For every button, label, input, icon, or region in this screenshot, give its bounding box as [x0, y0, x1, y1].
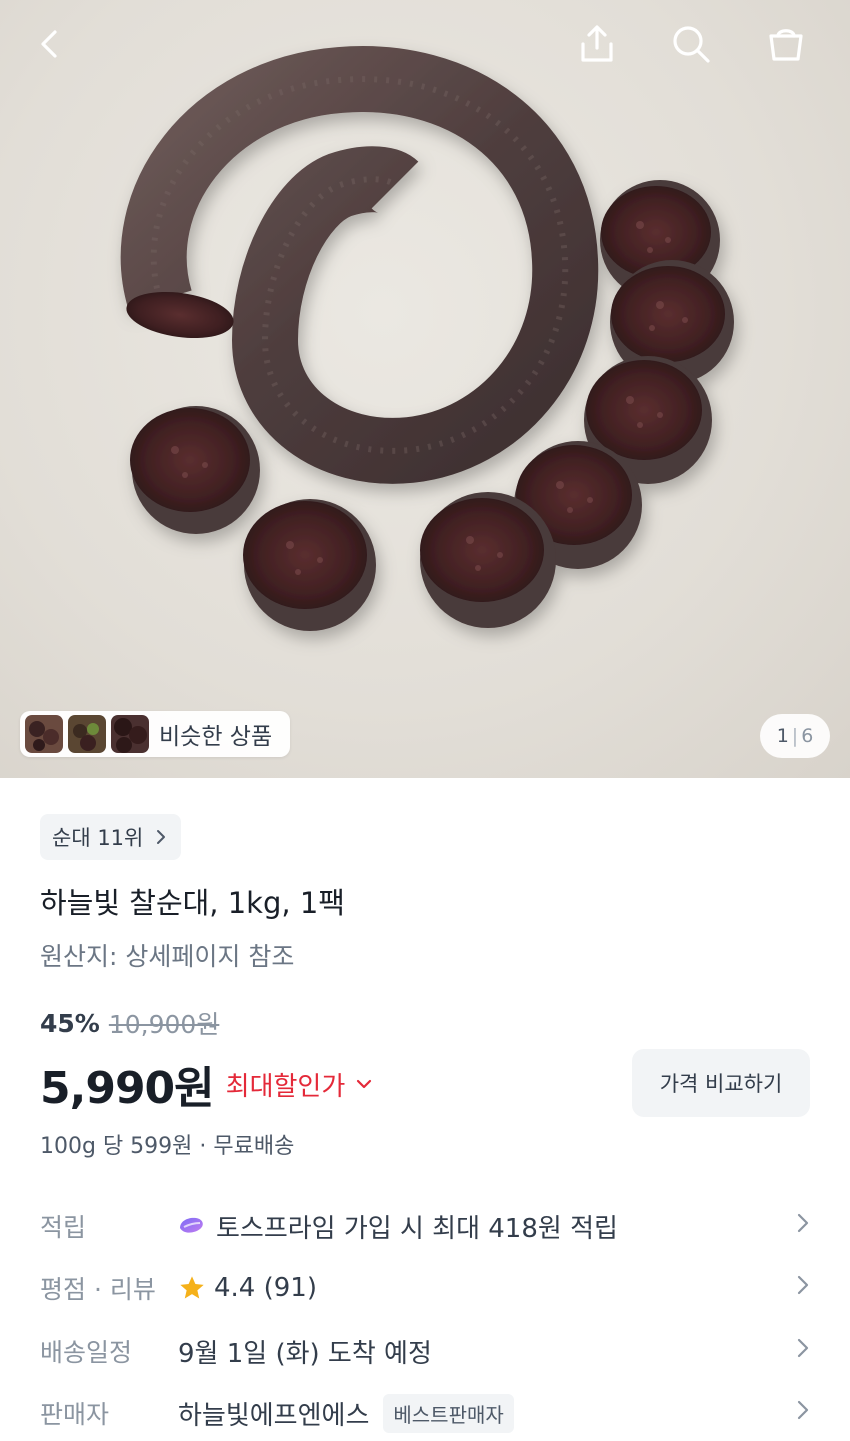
- chevron-right-icon: [157, 830, 166, 844]
- max-discount-toggle[interactable]: 최대할인가: [226, 1066, 374, 1103]
- product-image-carousel[interactable]: 비슷한 상품 1 | 6: [0, 0, 850, 778]
- toss-prime-icon: [180, 1217, 203, 1233]
- chevron-right-icon: [797, 1275, 809, 1295]
- chevron-right-icon: [797, 1338, 809, 1358]
- seller-name: 하늘빛에프엔에스: [178, 1400, 370, 1431]
- page-total: 6: [801, 725, 814, 747]
- sale-price: 5,990원: [40, 1063, 215, 1114]
- star-icon: [180, 1276, 204, 1299]
- back-button[interactable]: [24, 18, 76, 70]
- points-row[interactable]: 적립 토스프라임 가입 시 최대 418원 적립: [40, 1198, 810, 1254]
- back-icon: [41, 30, 57, 58]
- similar-product-thumbnail: [111, 715, 149, 753]
- price-row: 5,990원 최대할인가: [40, 1052, 373, 1116]
- origin-info: 원산지: 상세페이지 참조: [40, 942, 295, 971]
- image-page-indicator: 1 | 6: [760, 714, 830, 758]
- rating-review-row[interactable]: 평점 · 리뷰 4.4 (91): [40, 1260, 810, 1316]
- seller-label: 판매자: [40, 1400, 110, 1429]
- share-icon: [581, 25, 613, 62]
- price-compare-button[interactable]: 가격 비교하기: [632, 1049, 810, 1117]
- rank-label: 순대 11위: [52, 826, 144, 850]
- chevron-right-icon: [797, 1400, 809, 1420]
- chevron-right-icon: [797, 1213, 809, 1233]
- unit-price-shipping: 100g 당 599원 · 무료배송: [40, 1134, 295, 1159]
- cart-icon: [769, 29, 803, 61]
- share-button[interactable]: [571, 18, 623, 70]
- original-price: 10,900원: [108, 1010, 220, 1039]
- page-separator: |: [791, 725, 799, 747]
- points-label: 적립: [40, 1213, 87, 1242]
- similar-product-thumbnail: [25, 715, 63, 753]
- page-current: 1: [776, 725, 789, 747]
- delivery-label: 배송일정: [40, 1338, 133, 1367]
- cart-button[interactable]: [760, 18, 812, 70]
- discount-row: 45% 10,900원: [40, 1005, 219, 1041]
- chevron-down-icon: [357, 1079, 372, 1089]
- similar-product-thumbnail: [68, 715, 106, 753]
- rating-label: 평점 · 리뷰: [40, 1275, 156, 1304]
- max-discount-label: 최대할인가: [225, 1071, 346, 1102]
- similar-products-button[interactable]: 비슷한 상품: [20, 711, 290, 757]
- product-photo: [120, 46, 734, 631]
- discount-rate: 45%: [40, 1008, 100, 1038]
- search-button[interactable]: [665, 18, 717, 70]
- points-value: 토스프라임 가입 시 최대 418원 적립: [216, 1213, 618, 1244]
- top-navigation-bar: [0, 0, 850, 90]
- similar-products-label: 비슷한 상품: [159, 724, 273, 750]
- best-seller-badge: 베스트판매자: [383, 1393, 514, 1433]
- category-rank-chip[interactable]: 순대 11위: [40, 814, 182, 860]
- product-title: 하늘빛 찰순대, 1kg, 1팩: [40, 886, 345, 920]
- delivery-row[interactable]: 배송일정 9월 1일 (화) 도착 예정: [40, 1323, 810, 1379]
- rating-value: 4.4 (91): [214, 1273, 317, 1303]
- search-icon: [673, 26, 710, 63]
- delivery-value: 9월 1일 (화) 도착 예정: [178, 1338, 432, 1369]
